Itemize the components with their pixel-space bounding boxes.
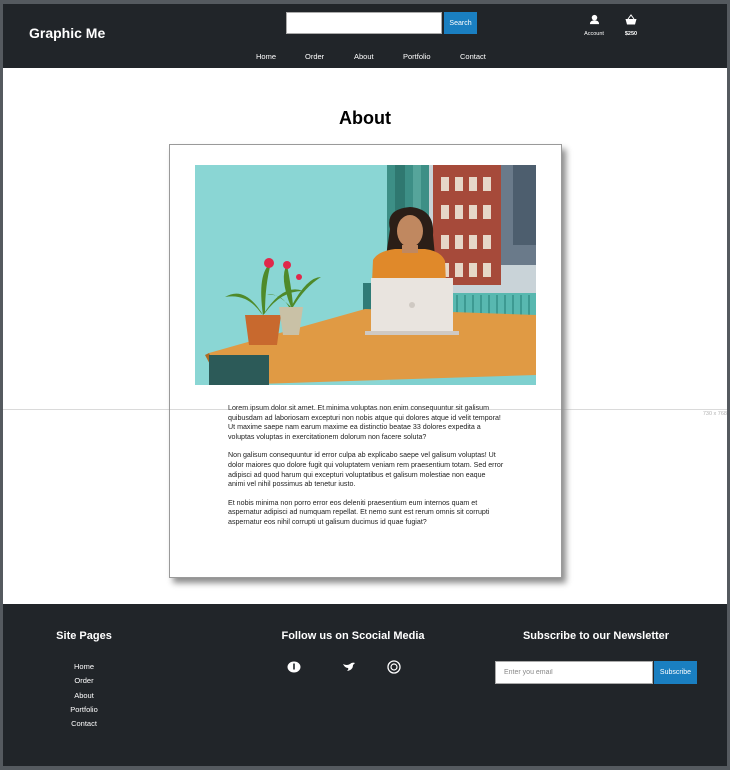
basket-icon: [625, 14, 637, 25]
instagram-icon[interactable]: [386, 660, 402, 674]
footer-link-home[interactable]: Home: [43, 660, 125, 674]
footer-links: Home Order About Portfolio Contact: [43, 660, 125, 731]
twitter-icon[interactable]: [341, 660, 357, 674]
office-photo-illustration: [195, 165, 536, 385]
site-footer: Site Pages Home Order About Portfolio Co…: [3, 604, 727, 766]
footer-link-about[interactable]: About: [43, 689, 125, 703]
about-paragraph-2: Non galisum consequuntur id error culpa …: [228, 451, 504, 489]
nav-portfolio[interactable]: Portfolio: [403, 52, 431, 61]
guide-line: [3, 409, 727, 410]
footer-link-contact[interactable]: Contact: [43, 717, 125, 731]
search-input[interactable]: [286, 12, 442, 34]
about-card: Lorem ipsum dolor sit amet. Et minima vo…: [169, 144, 562, 578]
newsletter-title: Subscribe to our Newsletter: [522, 630, 670, 642]
page-title: About: [339, 108, 391, 128]
viewport-size-label: 730 x 768: [702, 411, 727, 417]
about-text: Lorem ipsum dolor sit amet. Et minima vo…: [228, 404, 504, 537]
nav-order[interactable]: Order: [305, 52, 324, 61]
search-button[interactable]: Search: [444, 12, 477, 34]
newsletter-email-input[interactable]: [495, 661, 653, 684]
nav-about[interactable]: About: [354, 52, 374, 61]
cart-total: $250: [624, 31, 638, 37]
brand-logo[interactable]: Graphic Me: [29, 25, 105, 41]
cart-link[interactable]: $250: [614, 12, 648, 37]
site-header: Graphic Me Search Account $250 Home Orde…: [3, 4, 727, 68]
account-label: Account: [584, 31, 604, 37]
nav-contact[interactable]: Contact: [460, 52, 486, 61]
facebook-icon[interactable]: [286, 660, 302, 674]
page-frame: Graphic Me Search Account $250 Home Orde…: [3, 4, 727, 766]
about-photo: [195, 165, 536, 385]
site-pages-title: Site Pages: [56, 630, 112, 642]
user-icon: [589, 14, 599, 25]
nav-home[interactable]: Home: [256, 52, 276, 61]
footer-link-portfolio[interactable]: Portfolio: [43, 703, 125, 717]
social-title: Follow us on Scocial Media: [281, 630, 425, 642]
subscribe-button[interactable]: Subscribe: [654, 661, 697, 684]
about-paragraph-3: Et nobis minima non porro error eos dele…: [228, 498, 490, 526]
account-link[interactable]: Account: [577, 12, 611, 37]
footer-link-order[interactable]: Order: [43, 674, 125, 688]
main-nav: Home Order About Portfolio Contact: [3, 52, 727, 64]
